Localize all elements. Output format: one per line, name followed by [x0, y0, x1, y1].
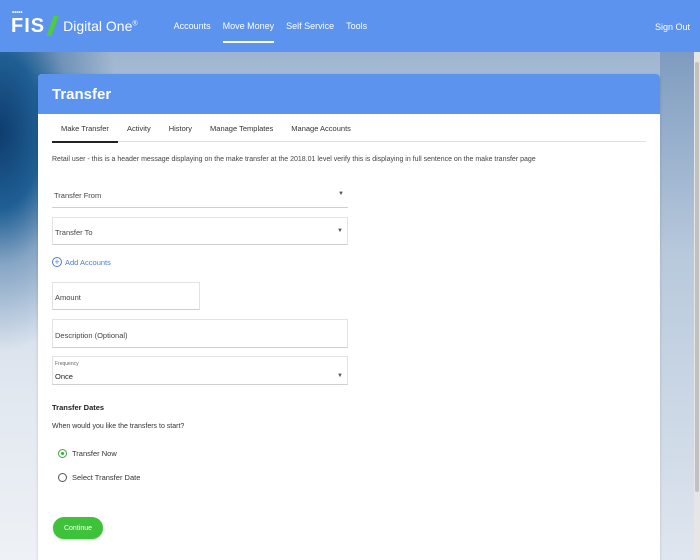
description-input[interactable]: Description (Optional)	[52, 319, 348, 348]
logo-fis-text: FIS	[11, 14, 46, 37]
tab-make-transfer[interactable]: Make Transfer	[52, 114, 118, 143]
frequency-label: Frequency	[55, 361, 79, 367]
transfer-to-placeholder: Transfer To	[55, 228, 93, 237]
radio-select-transfer-date[interactable]: Select Transfer Date	[58, 473, 140, 482]
radio-transfer-now-label: Transfer Now	[72, 449, 117, 458]
transfer-from-placeholder: Transfer From	[54, 191, 102, 200]
radio-unchecked-icon[interactable]	[58, 473, 67, 482]
sign-out-link[interactable]: Sign Out	[655, 22, 690, 32]
logo-fis: ••••• FIS	[11, 10, 46, 38]
transfer-dates-title: Transfer Dates	[52, 403, 105, 412]
continue-button[interactable]: Continue	[53, 517, 103, 539]
main-nav: Accounts Move Money Self Service Tools	[174, 0, 380, 52]
transfer-from-select[interactable]: Transfer From ▼	[52, 180, 348, 208]
caret-down-icon: ▼	[338, 191, 344, 197]
nav-item-tools[interactable]: Tools	[346, 0, 367, 52]
logo-slash-icon	[46, 16, 59, 36]
nav-item-accounts[interactable]: Accounts	[174, 0, 211, 52]
transfer-to-select[interactable]: Transfer To ▼	[52, 217, 348, 245]
frequency-value: Once	[55, 372, 73, 381]
radio-select-date-label: Select Transfer Date	[72, 473, 141, 482]
page-title: Transfer	[52, 85, 112, 103]
plus-circle-icon: +	[52, 257, 62, 267]
header-message: Retail user - this is a header message d…	[52, 156, 536, 163]
radio-transfer-now[interactable]: Transfer Now	[58, 449, 117, 458]
product-name: Digital One®	[63, 18, 137, 34]
logo[interactable]: ••••• FIS Digital One®	[11, 10, 138, 38]
description-placeholder: Description (Optional)	[55, 331, 128, 340]
caret-down-icon: ▼	[337, 373, 343, 379]
tab-manage-accounts[interactable]: Manage Accounts	[282, 114, 360, 142]
tab-activity[interactable]: Activity	[118, 114, 160, 142]
tab-manage-templates[interactable]: Manage Templates	[201, 114, 282, 142]
add-accounts-link[interactable]: + Add Accounts	[52, 257, 111, 267]
frequency-select[interactable]: Frequency Once ▼	[52, 356, 348, 385]
scrollbar-thumb[interactable]	[695, 62, 699, 492]
top-navigation-bar: ••••• FIS Digital One® Accounts Move Mon…	[0, 0, 700, 52]
transfer-tabs: Make Transfer Activity History Manage Te…	[52, 114, 646, 143]
add-accounts-label: Add Accounts	[65, 257, 111, 267]
caret-down-icon: ▼	[337, 228, 343, 234]
product-mark: ®	[132, 20, 138, 28]
nav-item-move-money[interactable]: Move Money	[222, 0, 274, 52]
transfer-dates-question: When would you like the transfers to sta…	[52, 423, 185, 430]
nav-item-self-service[interactable]: Self Service	[286, 0, 334, 52]
logo-dots: •••••	[12, 9, 23, 16]
page-scrollbar[interactable]	[694, 52, 700, 560]
transfer-card: Transfer Make Transfer Activity History …	[38, 74, 660, 560]
radio-checked-icon[interactable]	[58, 449, 67, 458]
tab-history[interactable]: History	[160, 114, 201, 142]
amount-placeholder: Amount	[55, 293, 81, 302]
amount-input[interactable]: Amount	[52, 282, 200, 310]
card-header: Transfer	[38, 74, 660, 114]
product-name-text: Digital One	[63, 18, 133, 34]
